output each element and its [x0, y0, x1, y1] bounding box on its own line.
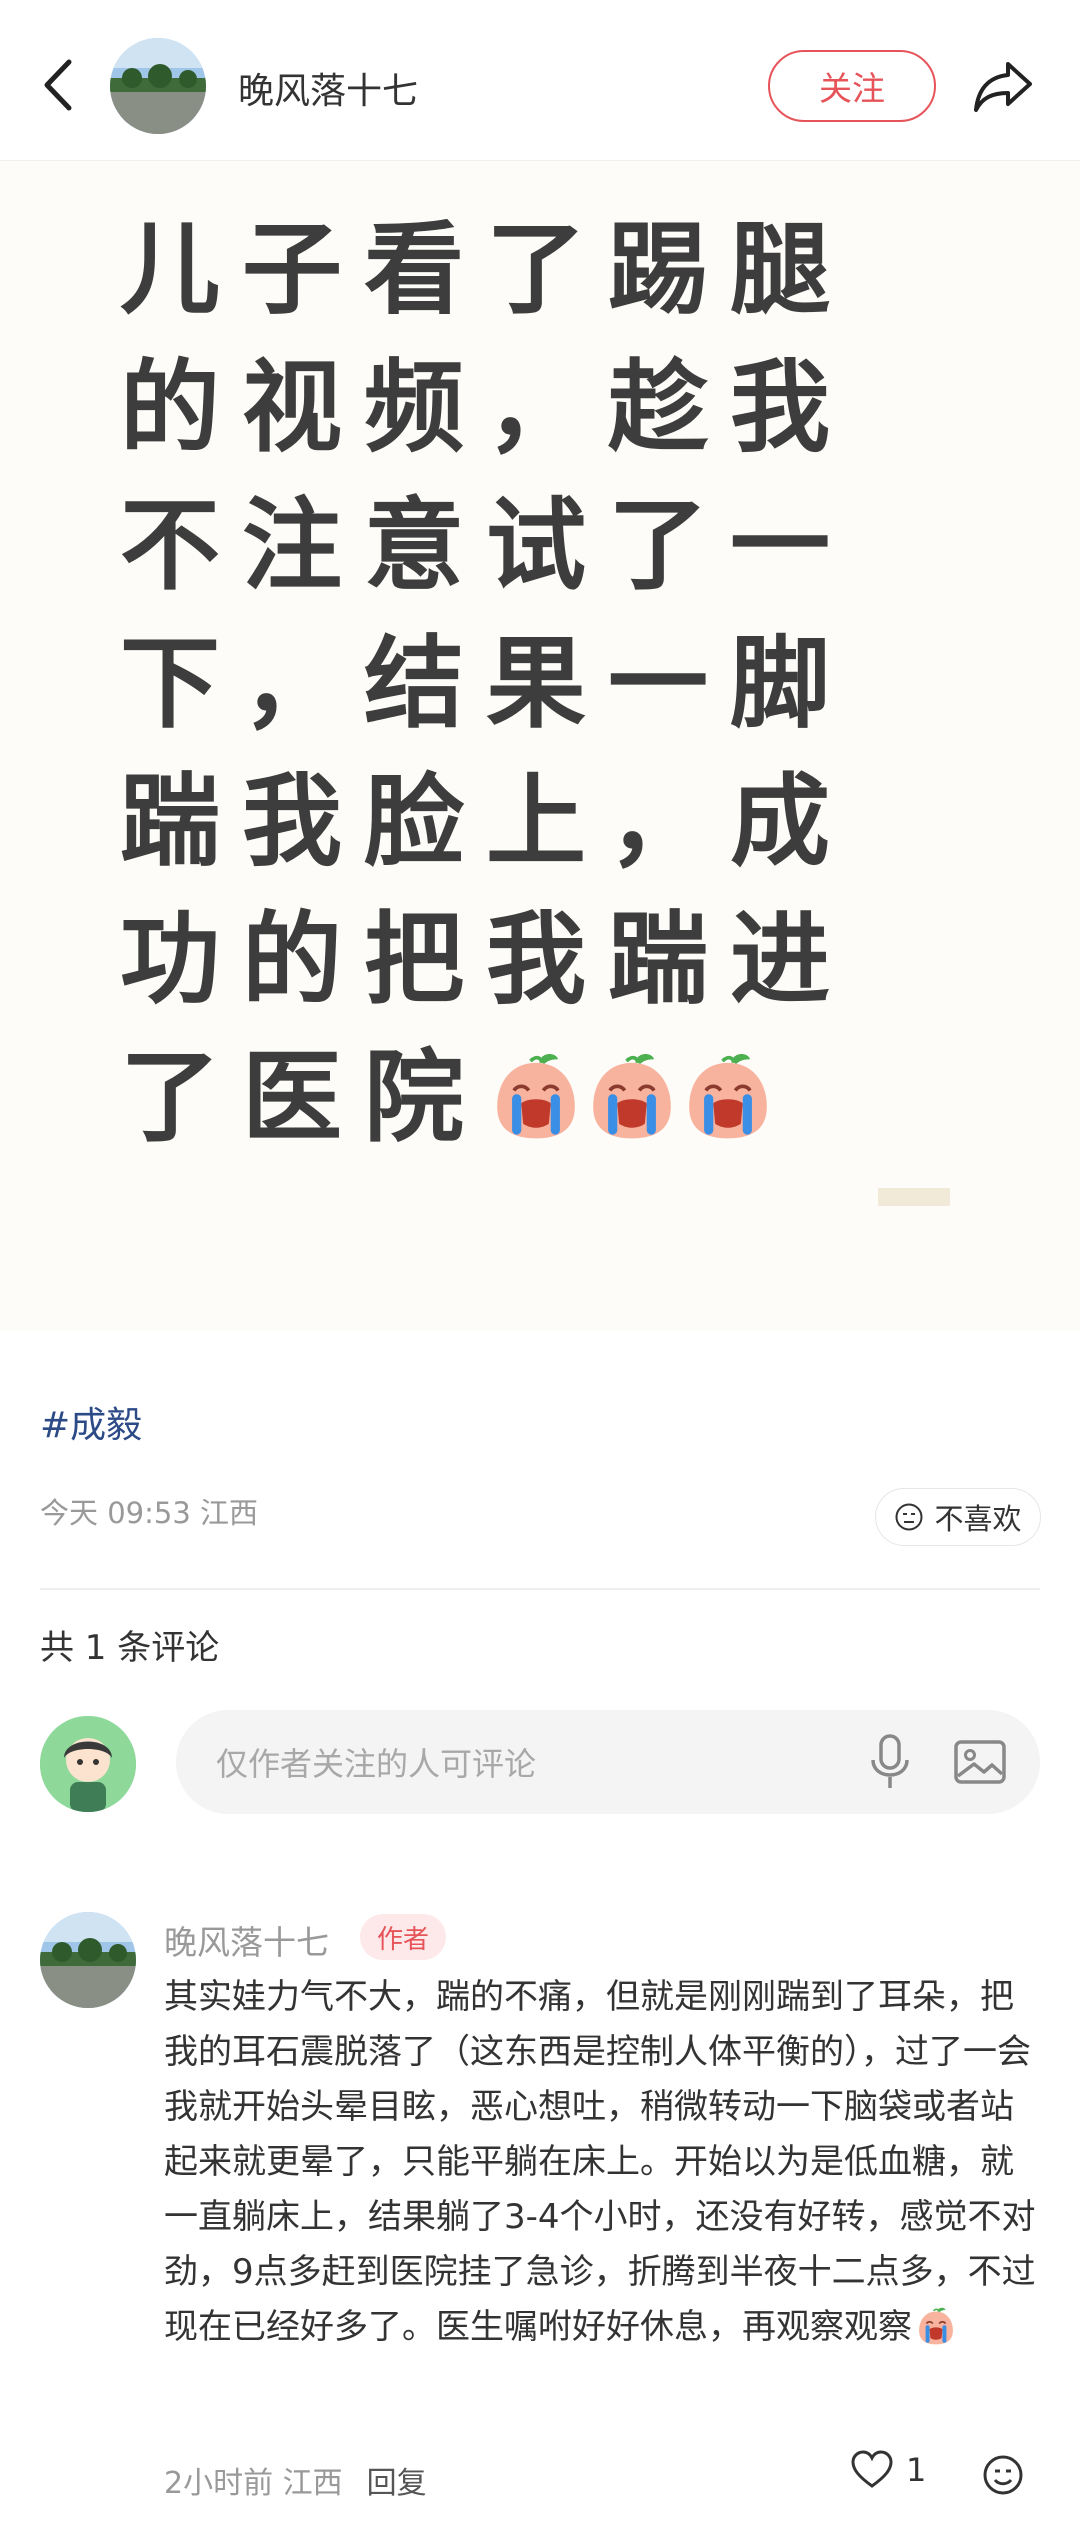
author-avatar[interactable] [110, 38, 206, 134]
emoji-reaction-button[interactable] [982, 2454, 1024, 2496]
my-avatar[interactable] [40, 1716, 136, 1812]
follow-button[interactable]: 关注 [768, 50, 936, 122]
topic-tag[interactable]: #成毅 [40, 1396, 142, 1448]
emoji-group [486, 1039, 774, 1156]
smile-icon [983, 2455, 1023, 2495]
crying-face-emoji [682, 1050, 774, 1142]
image-button[interactable] [952, 1734, 1008, 1790]
comment-input-placeholder: 仅作者关注的人可评论 [216, 1745, 537, 1783]
reply-button[interactable]: 回复 [367, 2458, 427, 2502]
author-name[interactable]: 晚风落十七 [238, 62, 418, 114]
comment-time: 2小时前 [164, 2466, 274, 2501]
card-decoration [878, 1188, 950, 1206]
comment-footer: 2小时前 江西 回复 [164, 2458, 427, 2502]
crying-face-emoji [586, 1050, 678, 1142]
image-icon [954, 1740, 1006, 1784]
author-badge: 作者 [360, 1914, 446, 1960]
comment-text: 其实娃力气不大，踹的不痛，但就是刚刚踹到了耳朵，把我的耳石震脱落了（这东西是控制… [164, 1970, 1044, 2355]
chevron-left-icon [44, 59, 72, 111]
post-time: 今天 09:53 [40, 1496, 191, 1530]
comment-time-location: 2小时前 江西 [164, 2458, 343, 2502]
post-card: 儿子看了踢腿的视频，趁我不注意试了一下，结果一脚踹我脸上，成功的把我踹进了医院 [0, 161, 1080, 1331]
dislike-button[interactable]: 不喜欢 [875, 1488, 1041, 1546]
back-button[interactable] [28, 50, 88, 120]
post-location: 江西 [200, 1496, 259, 1530]
share-arrow-icon [974, 62, 1032, 112]
crying-face-emoji [916, 2306, 956, 2346]
heart-icon [851, 2450, 893, 2488]
mic-button[interactable] [866, 1730, 914, 1794]
commenter-avatar[interactable] [40, 1912, 136, 2008]
comment-body: 其实娃力气不大，踹的不痛，但就是刚刚踹到了耳朵，把我的耳石震脱落了（这东西是控制… [164, 1977, 1036, 2347]
share-button[interactable] [968, 50, 1038, 122]
post-meta: 今天 09:53 江西 [40, 1490, 258, 1532]
neutral-face-icon [895, 1503, 923, 1531]
comment-count: 共 1 条评论 [40, 1628, 220, 1668]
dislike-label: 不喜欢 [934, 1502, 1022, 1536]
like-button[interactable]: 1 [850, 2450, 926, 2490]
commenter-name[interactable]: 晚风落十七 [164, 1916, 329, 1964]
comment-location: 江西 [282, 2466, 343, 2501]
divider [40, 1588, 1040, 1590]
crying-face-emoji [490, 1050, 582, 1142]
post-text: 儿子看了踢腿的视频，趁我不注意试了一下，结果一脚踹我脸上，成功的把我踹进了医院 [120, 211, 852, 1156]
microphone-icon [871, 1734, 909, 1788]
like-count: 1 [906, 2451, 927, 2489]
top-bar: 晚风落十七 关注 [0, 0, 1080, 161]
post-content: 儿子看了踢腿的视频，趁我不注意试了一下，结果一脚踹我脸上，成功的把我踹进了医院 [120, 201, 970, 1167]
